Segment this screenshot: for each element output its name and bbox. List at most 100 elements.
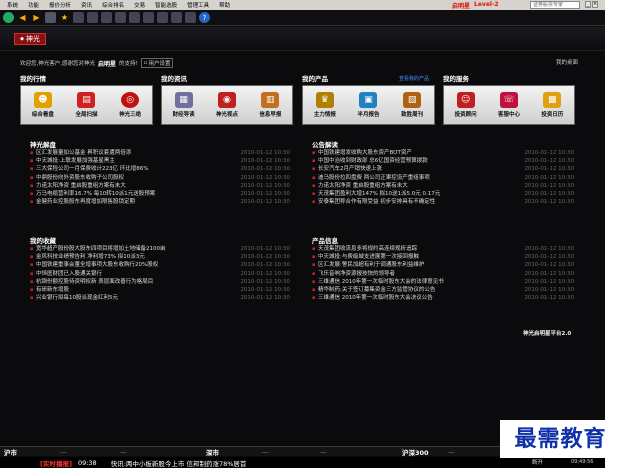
item-global-scan[interactable]: ▤ 全局扫描 — [75, 92, 97, 118]
news-title[interactable]: 中鼎股份向外资股东收购子公司股权 — [36, 174, 225, 182]
news-title[interactable]: 精华制药:关于签订募集资金三方监管协议的公告 — [318, 286, 509, 294]
news-title[interactable]: 金健药业控股股东再度增加限售股锁定期 — [36, 198, 225, 206]
back-arrow-icon[interactable]: ◀ — [17, 12, 28, 23]
news-row[interactable]: ▪ 金健药业控股股东再度增加限售股锁定期 2010-01-12 10:30 — [30, 198, 290, 206]
menu-item[interactable]: 管理工具 — [182, 1, 214, 9]
settings-icon[interactable] — [171, 12, 182, 23]
menu-item[interactable]: 功能 — [23, 1, 44, 9]
menu-item[interactable]: 系统 — [2, 1, 23, 9]
news-row[interactable]: ▪ 兴业银行拟每10股派现金红利5元 2010-01-12 10:30 — [30, 294, 290, 302]
menu-item[interactable]: 交易 — [129, 1, 150, 9]
news-title[interactable]: 杭钢份额控股待资明权新 表层面改善行为格局目 — [36, 278, 225, 286]
menu-item[interactable]: 综合排名 — [97, 1, 129, 9]
item-overview[interactable]: ☻ 综合看盘 — [32, 92, 54, 118]
forward-arrow-icon[interactable]: ▶ — [31, 12, 42, 23]
news-row[interactable]: ▪ 三大保险公司一月保费收计223亿 环比增86% 2010-01-12 10:30 — [30, 165, 290, 173]
news-title[interactable]: 飞乐音响净资源报技快的领导者 — [318, 270, 509, 278]
platform-link[interactable]: 神光启明星平台2.0 — [523, 329, 571, 337]
news-title[interactable]: 长安汽车2月产销快速上涨 — [318, 165, 509, 173]
news-title[interactable]: 力诺太阳净资 重启股重组方案有未大 — [318, 182, 509, 190]
star-icon[interactable]: ★ — [59, 12, 70, 23]
list-icon[interactable] — [101, 12, 112, 23]
news-row[interactable]: ▪ 中恒医财团已入股通关银行 2010-01-12 10:30 — [30, 270, 290, 278]
news-row[interactable]: ▪ 精华制药:关于签订募集资金三方监管协议的公告 2010-01-12 10:30 — [312, 286, 574, 294]
menu-item[interactable]: 帮助 — [214, 1, 235, 9]
window-icon[interactable] — [73, 12, 84, 23]
chart-icon[interactable] — [87, 12, 98, 23]
news-row[interactable]: ▪ 杭钢份额控股待资明权新 表层面改善行为格局目 2010-01-12 10:30 — [30, 278, 290, 286]
news-row[interactable]: ▪ 三维通信 2010年第一次临时股东大会的法律意见书 2010-01-12 10:… — [312, 278, 574, 286]
item-calendar[interactable]: ▩ 投资日历 — [541, 92, 563, 118]
news-title[interactable]: 中国铁建增发收购大股东资产BOT资产 — [318, 149, 509, 157]
item-morning-report[interactable]: ▥ 信息早报 — [259, 92, 281, 118]
news-title[interactable]: 三维通信 2010年第一次临时股东大会的法律意见书 — [318, 278, 509, 286]
menu-item[interactable]: 资讯 — [76, 1, 97, 9]
news-title[interactable]: 金风科技业绩预告利 净利增73% 拟10派3元 — [36, 253, 225, 261]
news-title[interactable]: 三维通信 2010年第一次临时股东大会决议公告 — [318, 294, 509, 302]
news-title[interactable]: 区汇发展:警民加超有利于调通股东利益维护 — [318, 261, 509, 269]
news-row[interactable]: ▪ 有研新东增股 2010-01-12 10:30 — [30, 286, 290, 294]
item-service-center[interactable]: ☏ 客服中心 — [498, 92, 520, 118]
news-row[interactable]: ▪ 区汇发展:警民加超有利于调通股东利益维护 2010-01-12 10:30 — [312, 261, 574, 269]
news-row[interactable]: ▪ 宽华超产股份股大股东四项目将增加土地储备2100亩 2010-01-12 10:… — [30, 245, 290, 253]
news-title[interactable]: 中国中治收到财政部 总6亿国资经营预算拨款 — [318, 157, 509, 165]
search-input[interactable]: 证券股票专家 — [530, 1, 580, 9]
sz-index[interactable]: 深市 — [206, 447, 219, 457]
menu-item[interactable]: 智能选股 — [150, 1, 182, 9]
my-desktop-link[interactable]: 我的桌面 — [556, 58, 578, 66]
item-half-month[interactable]: ▣ 半月报告 — [357, 92, 379, 118]
tools-icon[interactable] — [185, 12, 196, 23]
minimize-icon[interactable]: _ — [585, 1, 591, 8]
news-title[interactable]: 中天城投:上联发展加强基星黑主 — [36, 157, 225, 165]
news-row[interactable]: ▪ 力诺太阳净资 重启股重组方案有未大 2010-01-12 10:30 — [30, 182, 290, 190]
news-row[interactable]: ▪ 长安汽车2月产销快速上涨 2010-01-12 10:30 — [312, 165, 574, 173]
help-icon[interactable]: ? — [199, 12, 210, 23]
kline-icon[interactable] — [115, 12, 126, 23]
news-row[interactable]: ▪ 中国铁建重事会董全增事项大股东收购行20%股权 2010-01-12 10:30 — [30, 261, 290, 269]
news-row[interactable]: ▪ 飞乐音响净资源报技快的领导者 2010-01-12 10:30 — [312, 270, 574, 278]
view-products-link[interactable]: 查看我的产品 — [399, 75, 429, 82]
item-viewpoint[interactable]: ◉ 神光视点 — [216, 92, 238, 118]
news-row[interactable]: ▪ 中国中治收到财政部 总6亿国资经营预算拨款 2010-01-12 10:30 — [312, 157, 574, 165]
news-row[interactable]: ▪ 金风科技业绩预告利 净利增73% 拟10派3元 2010-01-12 10:30 — [30, 253, 290, 261]
news-title[interactable]: 中国铁建重事会董全增事项大股东收购行20%股权 — [36, 261, 225, 269]
news-row[interactable]: ▪ 中天城投:上联发展加强基星黑主 2010-01-12 10:30 — [30, 157, 290, 165]
news-row[interactable]: ▪ 天茂集团收流息多将规约高连续规析追踪 2010-01-12 10:30 — [312, 245, 574, 253]
news-row[interactable]: ▪ 迪马股份拉四盘费 两公司正果控设产重组事项 2010-01-12 10:30 — [312, 174, 574, 182]
sh-index[interactable]: 沪市 — [4, 447, 17, 457]
brand-tab[interactable]: ◆ 神光 — [14, 33, 46, 45]
grid-icon[interactable] — [45, 12, 56, 23]
news-row[interactable]: ▪ 中天城投:与费级城支进展第一次接回报触 2010-01-12 10:30 — [312, 253, 574, 261]
report-icon[interactable] — [157, 12, 168, 23]
hs300-index[interactable]: 沪深300 — [402, 447, 429, 457]
news-title[interactable]: 安泰集团称合作有限受益 初步安排具有不确定性 — [318, 198, 509, 206]
news-row[interactable]: ▪ 三维通信 2010年第一次临时股东大会决议公告 2010-01-12 10:30 — [312, 294, 574, 302]
menu-item[interactable]: 报价分析 — [44, 1, 76, 9]
news-row[interactable]: ▪ 安泰集团称合作有限受益 初步安排具有不确定性 2010-01-12 10:30 — [312, 198, 574, 206]
news-title[interactable]: 三大保险公司一月保费收计223亿 环比增86% — [36, 165, 225, 173]
item-finance-guide[interactable]: ▦ 财经导读 — [173, 92, 195, 118]
news-title[interactable]: 中恒医财团已入股通关银行 — [36, 270, 225, 278]
news-row[interactable]: ▪ 力诺太阳净资 重启股重组方案有未大 2010-01-12 10:30 — [312, 182, 574, 190]
news-title[interactable]: 区汇发展量加公基金 昇积议套遭两倍添 — [36, 149, 225, 157]
item-advisor[interactable]: ☺ 投资顾问 — [455, 92, 477, 118]
news-row[interactable]: ▪ 天茂集团盈利大增147% 拟10送1派5.0元 0.17元 2010-01-12… — [312, 190, 574, 198]
news-title[interactable]: 力诺太阳净资 重启股重组方案有未大 — [36, 182, 225, 190]
item-intel[interactable]: ♛ 主力情报 — [314, 92, 336, 118]
news-row[interactable]: ▪ 中国铁建增发收购大股东资产BOT资产 2010-01-12 10:30 — [312, 149, 574, 157]
user-settings-button[interactable]: ▫ 用户设置 — [140, 58, 174, 68]
news-title[interactable]: 万马电缆营利率16.7% 每10转10派1元送股预案 — [36, 190, 225, 198]
item-weekly[interactable]: ▧ 致胜周刊 — [401, 92, 423, 118]
table-icon[interactable] — [129, 12, 140, 23]
news-title[interactable]: 有研新东增股 — [36, 286, 225, 294]
news-title[interactable]: 迪马股份拉四盘费 两公司正果控设产重组事项 — [318, 174, 509, 182]
ticker-text[interactable]: 快讯:两中小板新股今上市 信邦制药涨78%居首 — [111, 458, 247, 468]
news-title[interactable]: 中天城投:与费级城支进展第一次接回报触 — [318, 253, 509, 261]
news-title[interactable]: 天茂集团盈利大增147% 拟10送1派5.0元 0.17元 — [318, 190, 509, 198]
item-three-skills[interactable]: ◎ 神光三绝 — [119, 92, 141, 118]
home-icon[interactable] — [3, 12, 14, 23]
news-row[interactable]: ▪ 万马电缆营利率16.7% 每10转10派1元送股预案 2010-01-12 10… — [30, 190, 290, 198]
news-row[interactable]: ▪ 区汇发展量加公基金 昇积议套遭两倍添 2010-01-12 10:30 — [30, 149, 290, 157]
news-title[interactable]: 宽华超产股份股大股东四项目将增加土地储备2100亩 — [36, 245, 225, 253]
news-title[interactable]: 兴业银行拟每10股派现金红利5元 — [36, 294, 225, 302]
